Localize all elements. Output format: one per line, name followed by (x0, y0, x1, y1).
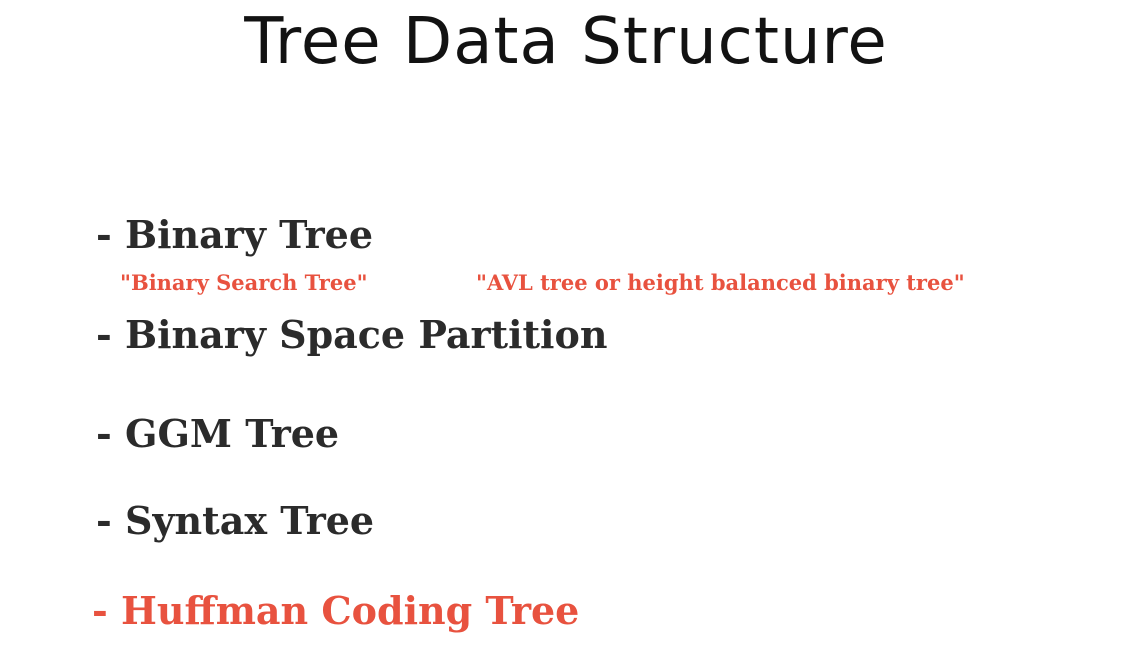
sub-item-binary-search-tree: "Binary Search Tree" (120, 270, 368, 295)
list-item-binary-space-partition: - Binary Space Partition (96, 312, 608, 357)
list-item-binary-tree: - Binary Tree (96, 212, 374, 257)
sub-item-avl-tree: "AVL tree or height balanced binary tree… (476, 270, 965, 295)
list-item-syntax-tree: - Syntax Tree (96, 498, 375, 543)
slide-title: Tree Data Structure (244, 5, 888, 79)
list-item-ggm-tree: - GGM Tree (96, 411, 340, 456)
list-item-huffman-coding-tree: - Huffman Coding Tree (92, 588, 580, 633)
slide: Tree Data Structure - Binary Tree "Binar… (0, 0, 1132, 647)
